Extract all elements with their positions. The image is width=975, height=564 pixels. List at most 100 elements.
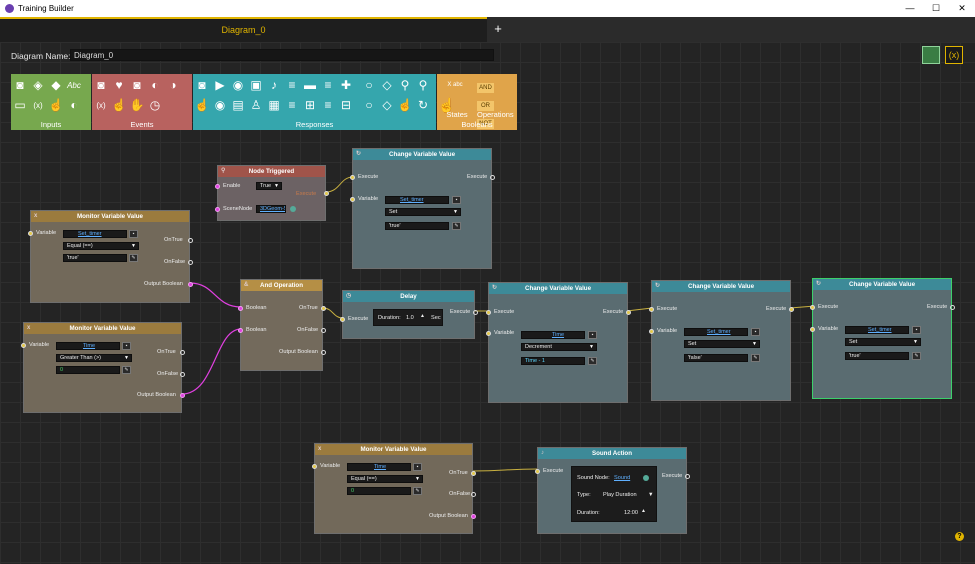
edit-icon[interactable]: ✎: [912, 352, 921, 360]
duration-value[interactable]: 12:00: [624, 510, 638, 516]
variable-field[interactable]: Time: [56, 342, 120, 350]
ontrue-pin[interactable]: [471, 471, 476, 476]
windows-icon[interactable]: [922, 46, 940, 64]
output-boolean-pin[interactable]: [188, 282, 193, 287]
onfalse-pin[interactable]: [188, 260, 193, 265]
variable-pin[interactable]: [312, 464, 317, 469]
camera-icon[interactable]: ◙: [194, 76, 210, 95]
variable-icon[interactable]: (x): [945, 46, 963, 64]
scenenode-pin[interactable]: [215, 207, 220, 212]
delete-icon[interactable]: ▪: [452, 196, 461, 204]
diagram-name-input[interactable]: Diagram_0: [70, 49, 494, 61]
comparison-dropdown[interactable]: Equal (==) ▼: [63, 242, 139, 250]
timer-icon[interactable]: ◷: [147, 96, 163, 115]
chevron-down-icon[interactable]: ▼: [648, 492, 654, 498]
toggle-icon[interactable]: ◐: [147, 76, 163, 95]
duration-value[interactable]: 1.0: [406, 315, 414, 321]
edit-icon[interactable]: ✎: [588, 357, 597, 365]
variable-pin[interactable]: [21, 343, 26, 348]
variable-field[interactable]: Set_timer: [684, 328, 748, 336]
execute-out-pin[interactable]: [626, 310, 631, 315]
value-field[interactable]: 'true': [845, 352, 909, 360]
camera-icon[interactable]: ◙: [12, 76, 28, 95]
stepper-icon[interactable]: ▲: [641, 508, 646, 514]
variable-pin[interactable]: [486, 331, 491, 336]
onfalse-pin[interactable]: [321, 328, 326, 333]
refresh-icon[interactable]: ↻: [415, 96, 431, 115]
person-icon[interactable]: ♙: [248, 96, 264, 115]
variable-field[interactable]: Set_timer: [63, 230, 127, 238]
add-tab-button[interactable]: +: [490, 20, 506, 38]
execute-in-pin[interactable]: [649, 307, 654, 312]
enable-pin[interactable]: [215, 184, 220, 189]
delay-node[interactable]: ◷ Delay Execute Duration: 1.0 ▲ Sec Execu…: [340, 290, 478, 339]
circle-icon[interactable]: ○: [361, 76, 377, 95]
video-icon[interactable]: ▦: [266, 96, 282, 115]
comparison-dropdown[interactable]: Equal (==) ▼: [347, 475, 423, 483]
output-boolean-pin[interactable]: [471, 514, 476, 519]
list-icon[interactable]: ≡: [320, 76, 336, 95]
variable-pin[interactable]: [28, 231, 33, 236]
pin-icon[interactable]: ⚲: [415, 76, 431, 95]
variable-pin[interactable]: [350, 197, 355, 202]
onfalse-pin[interactable]: [471, 492, 476, 497]
eye-icon[interactable]: ◉: [212, 96, 228, 115]
and-operation-node[interactable]: & And Operation Boolean Boolean OnTrue On…: [238, 279, 326, 371]
execute-in-pin[interactable]: [340, 317, 345, 322]
sound-icon[interactable]: ♪: [266, 76, 282, 95]
sound-action-node[interactable]: ♪ Sound Action Execute Sound Node: Sound …: [535, 447, 690, 534]
variable-field[interactable]: Set_timer: [845, 326, 909, 334]
sound-node-link[interactable]: Sound: [614, 475, 630, 481]
help-icon[interactable]: ?: [955, 532, 964, 541]
execute-out-pin[interactable]: [950, 305, 955, 310]
edit-icon[interactable]: ✎: [452, 222, 461, 230]
operation-dropdown[interactable]: Decrement ▼: [521, 343, 597, 351]
value-field[interactable]: 'true': [63, 254, 127, 262]
tab-diagram-0[interactable]: Diagram_0: [0, 17, 487, 42]
variable-field[interactable]: Set_timer: [385, 196, 449, 204]
circle-icon[interactable]: ○: [361, 96, 377, 115]
delete-icon[interactable]: ▪: [912, 326, 921, 334]
variable-field[interactable]: Time: [521, 331, 585, 339]
change-variable-node-2[interactable]: ↻ Change Variable Value Execute Execute V…: [486, 282, 631, 403]
change-variable-node-4[interactable]: ↻ Change Variable Value Execute Execute V…: [810, 278, 955, 399]
comparison-dropdown[interactable]: Greater Than (>) ▼: [56, 354, 132, 362]
variable-pin[interactable]: [649, 329, 654, 334]
list-icon[interactable]: ≡: [320, 96, 336, 115]
hand-icon[interactable]: ✋: [129, 96, 145, 115]
onfalse-pin[interactable]: [180, 372, 185, 377]
play-icon[interactable]: ▶: [212, 76, 228, 95]
list-icon[interactable]: ≡: [284, 76, 300, 95]
delete-icon[interactable]: ▪: [129, 230, 138, 238]
minimize-button[interactable]: —: [897, 0, 923, 17]
execute-out-pin[interactable]: [490, 175, 495, 180]
node-icon[interactable]: ⊟: [338, 96, 354, 115]
text-icon[interactable]: Abc: [66, 76, 82, 95]
eye-icon[interactable]: ◉: [230, 76, 246, 95]
hand-icon[interactable]: ☝: [111, 96, 127, 115]
operation-dropdown[interactable]: Set ▼: [845, 338, 921, 346]
execute-out-pin[interactable]: [324, 191, 329, 196]
delete-icon[interactable]: ▪: [413, 463, 422, 471]
change-variable-node-3[interactable]: ↻ Change Variable Value Execute Execute V…: [649, 280, 794, 401]
execute-in-pin[interactable]: [486, 310, 491, 315]
maximize-button[interactable]: ☐: [923, 0, 949, 17]
toggle-icon[interactable]: ◐: [66, 96, 82, 115]
value-field[interactable]: 0: [56, 366, 120, 374]
pin-icon[interactable]: ⚲: [397, 76, 413, 95]
operation-dropdown[interactable]: Set ▼: [684, 340, 760, 348]
monitor-variable-node-3[interactable]: x Monitor Variable Value Variable Time ▪ …: [312, 443, 476, 534]
variable-icon[interactable]: (x): [93, 96, 109, 115]
chat-icon[interactable]: ▤: [230, 96, 246, 115]
node-icon[interactable]: ⊞: [302, 96, 318, 115]
execute-in-pin[interactable]: [350, 175, 355, 180]
monitor-variable-node-2[interactable]: x Monitor Variable Value Variable Time ▪ …: [21, 322, 185, 413]
output-boolean-pin[interactable]: [180, 393, 185, 398]
delete-icon[interactable]: ▪: [751, 328, 760, 336]
edit-icon[interactable]: ✎: [129, 254, 138, 262]
edit-icon[interactable]: ✎: [751, 354, 760, 362]
value-field[interactable]: 0: [347, 487, 411, 495]
diamond-icon[interactable]: ◇: [379, 76, 395, 95]
delete-icon[interactable]: ▪: [588, 331, 597, 339]
edit-icon[interactable]: ✎: [122, 366, 131, 374]
